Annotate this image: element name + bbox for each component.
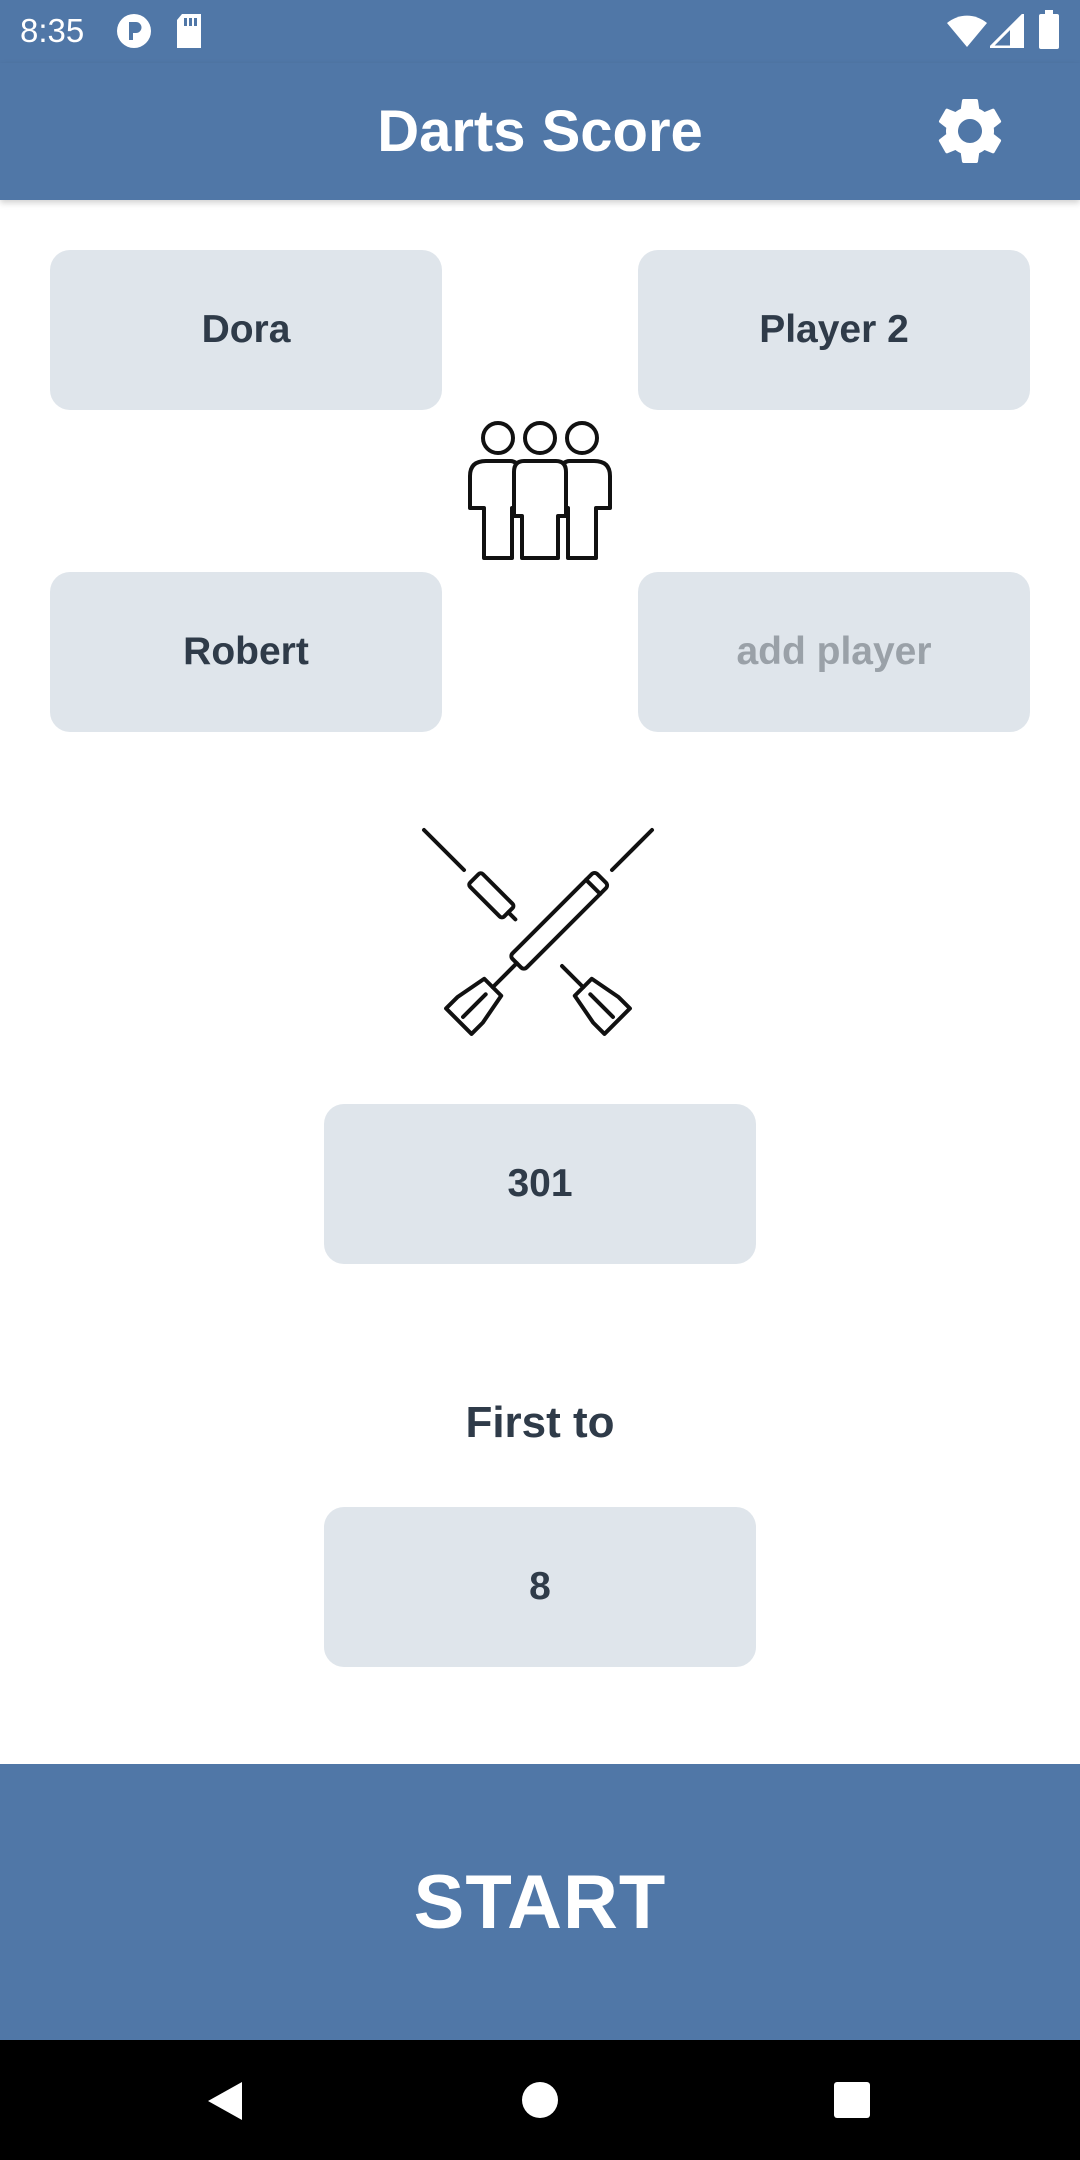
group-icon (466, 420, 614, 562)
player-2-button[interactable]: Player 2 (638, 250, 1030, 410)
app-bar: Darts Score (0, 63, 1080, 200)
darts-score-screen: 8:35 Darts Score Dora Player 2 Robert ad… (0, 0, 1080, 2160)
start-label: START (413, 1859, 667, 1945)
status-time: 8:35 (20, 12, 85, 49)
recents-icon[interactable] (833, 2081, 871, 2124)
settings-button[interactable] (930, 91, 1010, 171)
player-2-name: Player 2 (759, 308, 909, 351)
home-icon[interactable] (521, 2081, 559, 2124)
player-1-name: Dora (201, 308, 291, 351)
navigation-bar (0, 2040, 1080, 2160)
back-icon[interactable] (204, 2080, 244, 2127)
add-player-button[interactable]: add player (638, 572, 1030, 732)
status-bar: 8:35 (0, 0, 1080, 63)
first-to-label: First to (465, 1398, 615, 1447)
first-to-button[interactable]: 8 (324, 1507, 756, 1667)
add-player-placeholder: add player (736, 630, 932, 673)
gear-icon (938, 98, 1002, 163)
player-3-button[interactable]: Robert (50, 572, 442, 732)
first-to-value: 8 (529, 1565, 551, 1608)
player-1-button[interactable]: Dora (50, 250, 442, 410)
game-mode-button[interactable]: 301 (324, 1104, 756, 1264)
battery-icon (1038, 10, 1060, 55)
crossed-darts-icon (420, 826, 656, 1058)
player-3-name: Robert (183, 630, 309, 673)
signal-icon (987, 11, 1025, 53)
game-mode-value: 301 (507, 1162, 573, 1205)
app-notification-icon (115, 12, 153, 55)
app-title: Darts Score (377, 99, 703, 164)
wifi-icon (946, 14, 988, 53)
sd-card-icon (174, 12, 204, 55)
start-button[interactable]: START (0, 1764, 1080, 2040)
